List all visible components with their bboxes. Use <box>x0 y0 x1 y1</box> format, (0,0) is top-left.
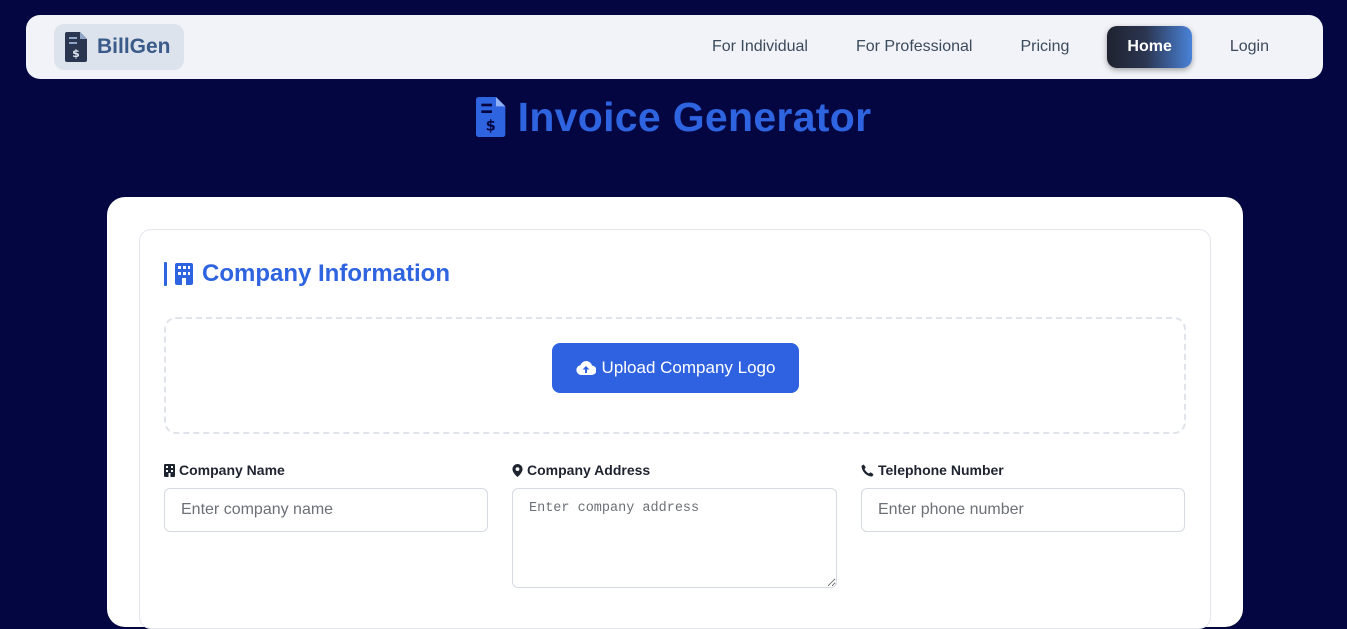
upload-company-logo-button[interactable]: Upload Company Logo <box>552 343 799 393</box>
section-accent-bar <box>164 262 167 286</box>
invoice-dollar-icon: $ <box>65 32 87 62</box>
telephone-number-label: Telephone Number <box>861 461 1004 479</box>
top-navbar: $ BillGen For Individual For Professiona… <box>26 15 1323 79</box>
nav-login[interactable]: Login <box>1206 26 1293 68</box>
brand-logo[interactable]: $ BillGen <box>54 24 184 70</box>
telephone-number-label-text: Telephone Number <box>878 462 1004 478</box>
phone-icon <box>861 464 874 476</box>
company-address-label-text: Company Address <box>527 462 651 478</box>
company-name-label: Company Name <box>164 461 285 479</box>
section-header: Company Information <box>164 260 450 288</box>
page-title: Invoice Generator <box>517 93 872 140</box>
company-information-section: Company Information Upload Company Logo <box>139 229 1211 629</box>
svg-text:$: $ <box>485 117 495 134</box>
company-address-label: Company Address <box>512 461 650 479</box>
page-header: $ Invoice Generator <box>0 94 1347 140</box>
company-name-label-text: Company Name <box>179 462 285 478</box>
invoice-dollar-icon: $ <box>475 97 505 137</box>
svg-text:$: $ <box>72 47 80 60</box>
map-marker-icon <box>512 463 523 477</box>
nav-home[interactable]: Home <box>1107 26 1192 68</box>
building-icon <box>175 263 193 285</box>
building-icon <box>164 463 175 477</box>
section-title: Company Information <box>202 260 451 287</box>
form-card: Company Information Upload Company Logo <box>107 197 1243 629</box>
nav-for-professional[interactable]: For Professional <box>832 26 997 68</box>
company-name-input[interactable] <box>164 488 488 532</box>
cloud-upload-icon <box>575 361 596 376</box>
telephone-number-input[interactable] <box>861 488 1185 532</box>
nav-links: For Individual For Professional Pricing … <box>688 26 1293 68</box>
nav-pricing[interactable]: Pricing <box>996 26 1093 68</box>
logo-upload-dropzone[interactable]: Upload Company Logo <box>164 317 1186 434</box>
upload-button-label: Upload Company Logo <box>601 358 776 377</box>
brand-name: BillGen <box>97 35 171 58</box>
company-address-textarea[interactable] <box>512 488 837 588</box>
nav-for-individual[interactable]: For Individual <box>688 26 832 68</box>
